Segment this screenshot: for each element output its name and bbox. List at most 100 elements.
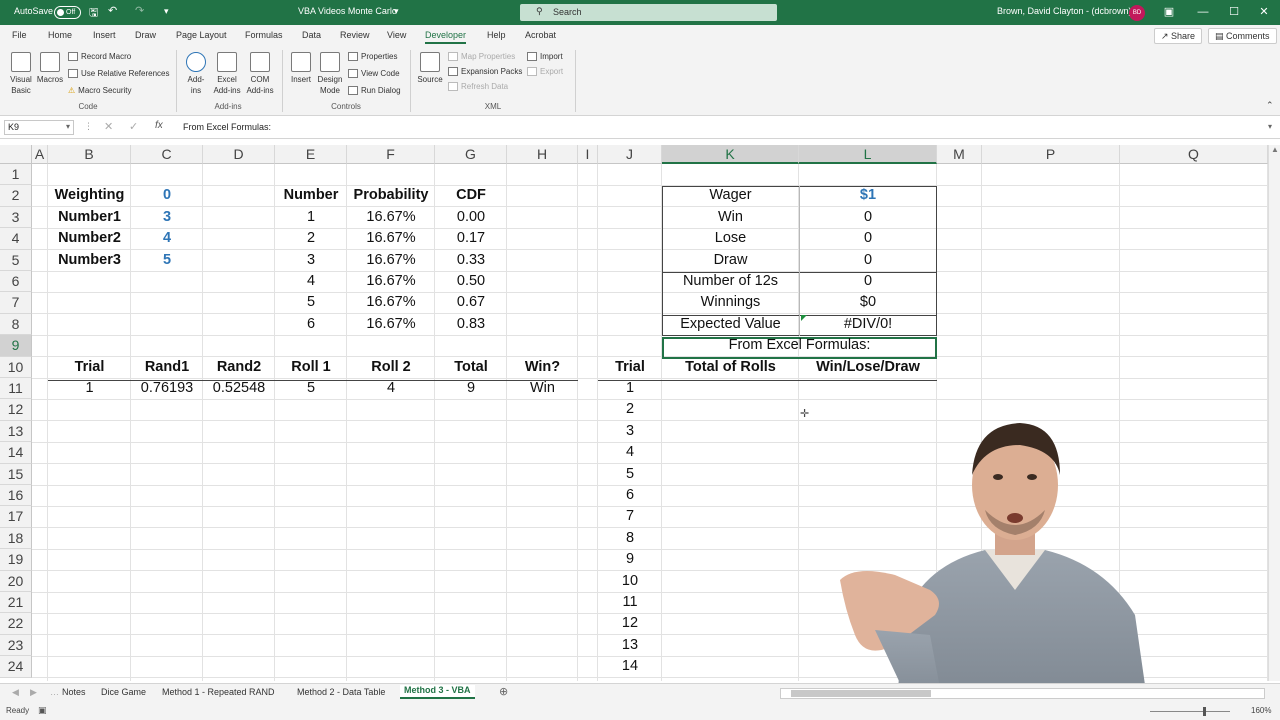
- cell-j15[interactable]: 5: [598, 464, 662, 485]
- row-header-16[interactable]: 16: [0, 485, 32, 507]
- tab-draw[interactable]: Draw: [135, 30, 156, 40]
- column-header-i[interactable]: I: [578, 145, 598, 164]
- cell-b4[interactable]: Number2: [48, 228, 131, 249]
- row-header-14[interactable]: 14: [0, 442, 32, 464]
- row-header-24[interactable]: 24: [0, 656, 32, 678]
- visual-basic-button[interactable]: Visual Basic: [8, 52, 34, 96]
- name-box[interactable]: K9: [4, 120, 74, 135]
- row-header-11[interactable]: 11: [0, 378, 32, 400]
- cell-b10[interactable]: Trial: [48, 357, 131, 378]
- zoom-slider-thumb[interactable]: [1203, 707, 1206, 716]
- zoom-slider[interactable]: [1150, 711, 1230, 712]
- avatar[interactable]: BD: [1129, 5, 1145, 21]
- cell-j13[interactable]: 3: [598, 421, 662, 442]
- cell-j23[interactable]: 13: [598, 635, 662, 656]
- cell-j12[interactable]: 2: [598, 399, 662, 420]
- cell-c5[interactable]: 5: [131, 250, 203, 271]
- column-header-q[interactable]: Q: [1120, 145, 1268, 164]
- macros-button[interactable]: Macros: [36, 52, 64, 85]
- redo-icon[interactable]: ↷: [135, 4, 144, 17]
- cell-g7[interactable]: 0.67: [435, 292, 507, 313]
- column-header-c[interactable]: C: [131, 145, 203, 164]
- tab-home[interactable]: Home: [48, 30, 72, 40]
- share-button[interactable]: ↗ Share: [1154, 28, 1203, 44]
- cell-c3[interactable]: 3: [131, 207, 203, 228]
- cell-f4[interactable]: 16.67%: [347, 228, 435, 249]
- tab-data[interactable]: Data: [302, 30, 321, 40]
- cell-l3[interactable]: 0: [799, 207, 937, 228]
- row-header-4[interactable]: 4: [0, 228, 32, 250]
- cell-e11[interactable]: 5: [275, 378, 347, 399]
- cell-e3[interactable]: 1: [275, 207, 347, 228]
- run-dialog-button[interactable]: Run Dialog: [348, 86, 401, 96]
- tab-insert[interactable]: Insert: [93, 30, 116, 40]
- expansion-packs-button[interactable]: Expansion Packs: [448, 67, 522, 77]
- cell-e5[interactable]: 3: [275, 250, 347, 271]
- cell-h11[interactable]: Win: [507, 378, 578, 399]
- row-header-21[interactable]: 21: [0, 592, 32, 614]
- properties-button[interactable]: Properties: [348, 52, 397, 62]
- record-macro-button[interactable]: Record Macro: [68, 52, 131, 62]
- row-header-20[interactable]: 20: [0, 570, 32, 592]
- row-header-1[interactable]: 1: [0, 164, 32, 186]
- sheet-tab-dice-game[interactable]: Dice Game: [101, 687, 146, 697]
- cell-e10[interactable]: Roll 1: [275, 357, 347, 378]
- map-properties-button[interactable]: Map Properties: [448, 52, 515, 62]
- cell-h10[interactable]: Win?: [507, 357, 578, 378]
- macro-recording-icon[interactable]: ▣: [38, 705, 47, 716]
- horizontal-scrollbar[interactable]: [780, 688, 1265, 699]
- column-header-f[interactable]: F: [347, 145, 435, 164]
- column-header-b[interactable]: B: [48, 145, 131, 164]
- search-box[interactable]: ⚲ Search: [520, 4, 777, 21]
- tab-review[interactable]: Review: [340, 30, 370, 40]
- column-header-m[interactable]: M: [937, 145, 982, 164]
- row-header-2[interactable]: 2: [0, 185, 32, 207]
- column-header-j[interactable]: J: [598, 145, 662, 164]
- row-header-12[interactable]: 12: [0, 399, 32, 421]
- close-icon[interactable]: ✕: [1257, 5, 1271, 19]
- cell-f10[interactable]: Roll 2: [347, 357, 435, 378]
- formula-input[interactable]: From Excel Formulas:: [183, 122, 271, 132]
- cell-l2[interactable]: $1: [799, 185, 937, 206]
- cell-l4[interactable]: 0: [799, 228, 937, 249]
- column-header-l[interactable]: L: [799, 145, 937, 164]
- macro-security-button[interactable]: ⚠ Macro Security: [68, 86, 132, 95]
- excel-add-ins-button[interactable]: Excel Add-ins: [211, 52, 243, 96]
- cell-d11[interactable]: 0.52548: [203, 378, 275, 399]
- cell-l8[interactable]: #DIV/0!: [799, 314, 937, 335]
- column-header-k[interactable]: K: [662, 145, 799, 164]
- cell-f7[interactable]: 16.67%: [347, 292, 435, 313]
- cell-l10[interactable]: Win/Lose/Draw: [799, 357, 937, 378]
- cell-g2[interactable]: CDF: [435, 185, 507, 206]
- relative-refs-button[interactable]: Use Relative References: [68, 69, 169, 79]
- sheet-tab-method-2[interactable]: Method 2 - Data Table: [297, 687, 385, 697]
- ribbon-display-icon[interactable]: ▣: [1162, 5, 1176, 19]
- vertical-scrollbar[interactable]: ▲: [1268, 145, 1280, 681]
- cell-j20[interactable]: 10: [598, 571, 662, 592]
- chevron-down-icon[interactable]: ▾: [394, 6, 399, 17]
- cell-k2[interactable]: Wager: [662, 185, 799, 206]
- cell-d10[interactable]: Rand2: [203, 357, 275, 378]
- column-header-d[interactable]: D: [203, 145, 275, 164]
- row-header-9[interactable]: 9: [0, 335, 32, 357]
- com-add-ins-button[interactable]: COM Add-ins: [244, 52, 276, 96]
- sheet-tab-method-3[interactable]: Method 3 - VBA: [400, 685, 475, 699]
- cell-c11[interactable]: 0.76193: [131, 378, 203, 399]
- row-header-6[interactable]: 6: [0, 271, 32, 293]
- row-header-18[interactable]: 18: [0, 527, 32, 550]
- cell-j21[interactable]: 11: [598, 592, 662, 613]
- enter-icon[interactable]: ✓: [129, 120, 138, 133]
- undo-icon[interactable]: ↶: [108, 4, 117, 17]
- row-header-19[interactable]: 19: [0, 549, 32, 571]
- cell-b2[interactable]: Weighting: [48, 185, 131, 206]
- row-header-3[interactable]: 3: [0, 206, 32, 229]
- maximize-icon[interactable]: ☐: [1227, 5, 1241, 19]
- cell-f11[interactable]: 4: [347, 378, 435, 399]
- zoom-level[interactable]: 160%: [1251, 706, 1271, 715]
- tab-page-layout[interactable]: Page Layout: [176, 30, 227, 40]
- cell-f6[interactable]: 16.67%: [347, 271, 435, 292]
- design-mode-button[interactable]: Design Mode: [316, 52, 344, 96]
- cell-j14[interactable]: 4: [598, 442, 662, 463]
- cell-j11[interactable]: 1: [598, 378, 662, 399]
- add-ins-button[interactable]: Add-ins: [183, 52, 209, 96]
